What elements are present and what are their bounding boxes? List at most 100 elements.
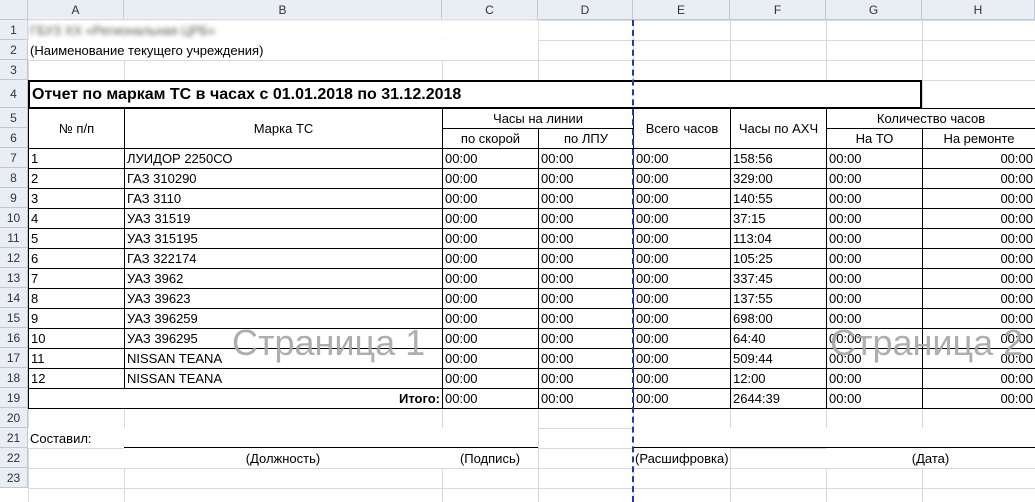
- compiled-label[interactable]: Составил:: [28, 428, 124, 448]
- row-header-12[interactable]: 12: [0, 248, 28, 268]
- table-cell[interactable]: 00:00: [538, 348, 634, 369]
- header-to[interactable]: На ТО: [826, 128, 923, 149]
- cell-a2-institution[interactable]: (Наименование текущего учреждения): [28, 40, 538, 60]
- table-cell[interactable]: 105:25: [730, 248, 827, 269]
- table-cell[interactable]: 7: [28, 268, 125, 289]
- row-header-13[interactable]: 13: [0, 268, 28, 288]
- table-cell[interactable]: 00:00: [922, 168, 1035, 189]
- column-header-d[interactable]: D: [538, 0, 633, 20]
- table-cell[interactable]: 00:00: [922, 268, 1035, 289]
- table-cell[interactable]: ГАЗ 322174: [124, 248, 443, 269]
- row-header-15[interactable]: 15: [0, 308, 28, 328]
- table-cell[interactable]: 12:00: [730, 368, 827, 389]
- table-cell[interactable]: 00:00: [442, 228, 539, 249]
- row-header-2[interactable]: 2: [0, 40, 28, 60]
- table-cell[interactable]: 11: [28, 348, 125, 369]
- table-cell[interactable]: УАЗ 396295: [124, 328, 443, 349]
- table-cell[interactable]: 00:00: [922, 188, 1035, 209]
- table-cell[interactable]: NISSAN TEANA: [124, 368, 443, 389]
- table-cell[interactable]: 00:00: [922, 148, 1035, 169]
- table-cell[interactable]: 00:00: [442, 188, 539, 209]
- header-num[interactable]: № п/п: [28, 108, 125, 149]
- column-header-a[interactable]: A: [28, 0, 124, 20]
- row-header-22[interactable]: 22: [0, 448, 28, 468]
- table-cell[interactable]: 12: [28, 368, 125, 389]
- table-cell[interactable]: 00:00: [826, 368, 923, 389]
- table-cell[interactable]: 00:00: [538, 288, 634, 309]
- row-header-5[interactable]: 5: [0, 108, 28, 128]
- table-cell[interactable]: 00:00: [442, 148, 539, 169]
- table-cell[interactable]: 00:00: [538, 268, 634, 289]
- table-cell[interactable]: 00:00: [633, 328, 731, 349]
- date-caption[interactable]: (Дата): [826, 448, 1035, 468]
- date-line[interactable]: [826, 428, 1035, 448]
- table-cell[interactable]: 00:00: [826, 288, 923, 309]
- header-repair[interactable]: На ремонте: [922, 128, 1035, 149]
- table-cell[interactable]: 00:00: [633, 248, 731, 269]
- table-cell[interactable]: ЛУИДОР 2250СО: [124, 148, 443, 169]
- totals-h[interactable]: 00:00: [922, 388, 1035, 409]
- totals-e[interactable]: 00:00: [633, 388, 731, 409]
- row-header-16[interactable]: 16: [0, 328, 28, 348]
- table-cell[interactable]: 00:00: [538, 308, 634, 329]
- table-cell[interactable]: 3: [28, 188, 125, 209]
- table-cell[interactable]: 329:00: [730, 168, 827, 189]
- column-header-g[interactable]: G: [826, 0, 922, 20]
- table-cell[interactable]: 00:00: [538, 328, 634, 349]
- decoding-line[interactable]: [633, 428, 826, 448]
- table-cell[interactable]: 337:45: [730, 268, 827, 289]
- row-header-6[interactable]: 6: [0, 128, 28, 148]
- table-cell[interactable]: 00:00: [922, 328, 1035, 349]
- table-cell[interactable]: 00:00: [538, 368, 634, 389]
- table-cell[interactable]: 4: [28, 208, 125, 229]
- table-cell[interactable]: 00:00: [826, 348, 923, 369]
- header-lpu[interactable]: по ЛПУ: [538, 128, 634, 149]
- table-cell[interactable]: 00:00: [442, 348, 539, 369]
- table-cell[interactable]: 00:00: [633, 348, 731, 369]
- row-header-4[interactable]: 4: [0, 80, 28, 108]
- table-cell[interactable]: 00:00: [538, 188, 634, 209]
- column-header-f[interactable]: F: [730, 0, 826, 20]
- column-header-b[interactable]: B: [124, 0, 442, 20]
- table-cell[interactable]: 00:00: [538, 168, 634, 189]
- totals-g[interactable]: 00:00: [826, 388, 923, 409]
- table-cell[interactable]: 00:00: [442, 248, 539, 269]
- header-total[interactable]: Всего часов: [633, 108, 731, 149]
- table-cell[interactable]: 698:00: [730, 308, 827, 329]
- table-cell[interactable]: NISSAN TEANA: [124, 348, 443, 369]
- table-cell[interactable]: 00:00: [633, 188, 731, 209]
- row-header-10[interactable]: 10: [0, 208, 28, 228]
- table-cell[interactable]: 00:00: [538, 248, 634, 269]
- report-title[interactable]: Отчет по маркам ТС в часах с 01.01.2018 …: [28, 80, 922, 109]
- row-header-23[interactable]: 23: [0, 468, 28, 488]
- table-cell[interactable]: 00:00: [442, 208, 539, 229]
- table-cell[interactable]: 00:00: [826, 268, 923, 289]
- column-header-c[interactable]: C: [442, 0, 538, 20]
- table-cell[interactable]: 00:00: [442, 288, 539, 309]
- table-cell[interactable]: 64:40: [730, 328, 827, 349]
- table-cell[interactable]: 00:00: [922, 208, 1035, 229]
- table-cell[interactable]: 113:04: [730, 228, 827, 249]
- header-line-hours[interactable]: Часы на линии: [442, 108, 634, 129]
- table-cell[interactable]: 00:00: [633, 168, 731, 189]
- table-cell[interactable]: 10: [28, 328, 125, 349]
- row-header-11[interactable]: 11: [0, 228, 28, 248]
- table-cell[interactable]: 00:00: [633, 308, 731, 329]
- table-cell[interactable]: ГАЗ 310290: [124, 168, 443, 189]
- header-count[interactable]: Количество часов: [826, 108, 1035, 129]
- table-cell[interactable]: 00:00: [922, 288, 1035, 309]
- table-cell[interactable]: 00:00: [922, 228, 1035, 249]
- table-cell[interactable]: УАЗ 31519: [124, 208, 443, 229]
- table-cell[interactable]: 2: [28, 168, 125, 189]
- table-cell[interactable]: 00:00: [826, 188, 923, 209]
- table-cell[interactable]: 00:00: [922, 368, 1035, 389]
- row-header-19[interactable]: 19: [0, 388, 28, 408]
- table-cell[interactable]: 00:00: [826, 248, 923, 269]
- signature-caption[interactable]: (Подпись): [442, 448, 538, 468]
- row-header-14[interactable]: 14: [0, 288, 28, 308]
- table-cell[interactable]: 509:44: [730, 348, 827, 369]
- table-cell[interactable]: 00:00: [442, 268, 539, 289]
- table-cell[interactable]: 00:00: [633, 268, 731, 289]
- table-cell[interactable]: 00:00: [826, 208, 923, 229]
- table-cell[interactable]: 00:00: [633, 368, 731, 389]
